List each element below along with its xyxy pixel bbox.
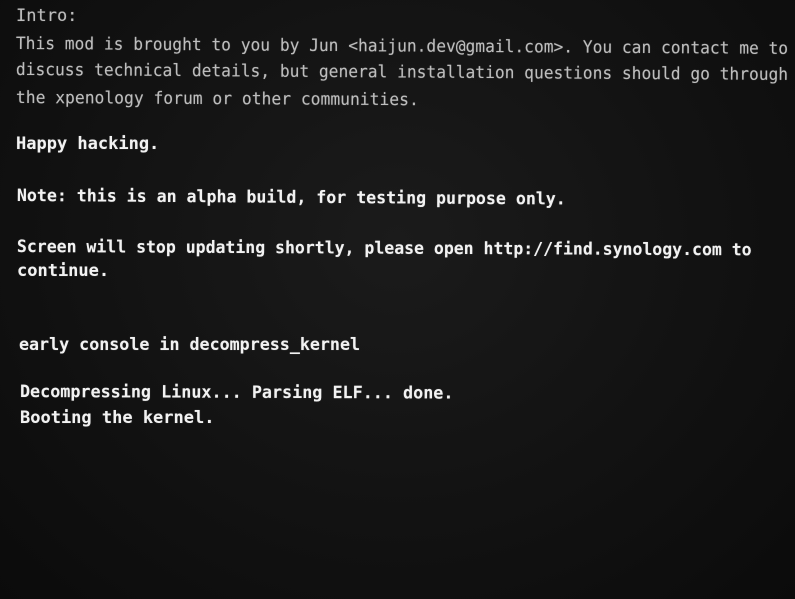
intro-heading: Intro: <box>16 6 78 26</box>
intro-line-3: the xpenology forum or other communities… <box>15 88 419 111</box>
intro-line-2: discuss technical details, but general i… <box>15 60 789 85</box>
happy-hacking-text: Happy hacking. <box>16 134 160 154</box>
decompressing-text: Decompressing Linux... Parsing ELF... do… <box>19 382 454 404</box>
intro-line-1: This mod is brought to you by Jun <haiju… <box>15 34 789 59</box>
screen-stop-line-1: Screen will stop updating shortly, pleas… <box>16 237 752 261</box>
screen-stop-line-2: continue. <box>17 261 110 281</box>
boot-console-screen: Intro: This mod is brought to you by Jun… <box>0 0 795 599</box>
booting-kernel-text: Booting the kernel. <box>20 408 215 428</box>
early-console-text: early console in decompress_kernel <box>19 335 361 355</box>
alpha-build-note: Note: this is an alpha build, for testin… <box>16 186 566 210</box>
